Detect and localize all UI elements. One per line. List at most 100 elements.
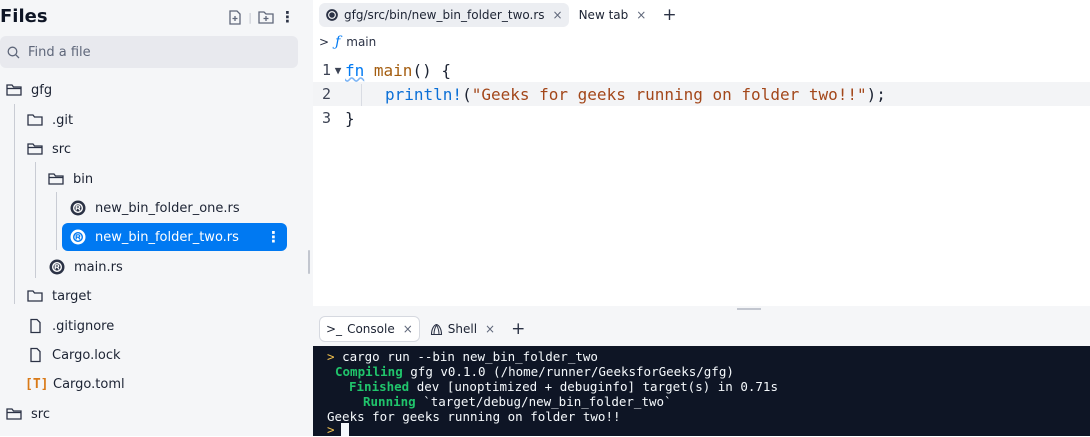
rust-file-icon — [49, 259, 65, 275]
folder-icon — [27, 114, 43, 126]
status-label: Finished — [349, 379, 410, 394]
tree-file-new-bin-folder-one[interactable]: new_bin_folder_one.rs — [69, 194, 287, 222]
command-text: cargo run --bin new_bin_folder_two — [342, 349, 598, 364]
code-line[interactable]: 3 } — [313, 106, 1090, 130]
code-editor: gfg/src/bin/new_bin_folder_two.rs × New … — [313, 0, 1090, 306]
folder-icon — [27, 290, 43, 302]
code-line-current[interactable]: 2 println! ( "Geeks for geeks running on… — [313, 82, 1090, 106]
file-sidebar: Files | ⋮ Find a file gfg .git src bin n… — [0, 0, 305, 436]
tree-item-label: Cargo.lock — [52, 347, 121, 363]
tab-label: New tab — [578, 8, 629, 22]
tree-item-label: new_bin_folder_one.rs — [95, 200, 240, 216]
console-icon: >_ — [326, 322, 343, 336]
close-tab-icon[interactable]: × — [636, 8, 646, 22]
tree-folder-src[interactable]: src — [27, 135, 296, 163]
header-divider: | — [248, 10, 252, 24]
code-line[interactable]: 1 ▼ fn main () { — [313, 58, 1090, 82]
tab-new-bin-folder-two[interactable]: gfg/src/bin/new_bin_folder_two.rs × — [319, 3, 569, 27]
close-tab-icon[interactable]: × — [403, 322, 413, 336]
files-title: Files — [0, 6, 48, 27]
indent-guide — [361, 84, 362, 106]
resize-grip — [737, 308, 761, 310]
breadcrumb-symbol-name: main — [346, 35, 377, 49]
keyword-token: fn — [345, 60, 365, 80]
shell-icon — [430, 323, 442, 335]
line-number: 2 — [321, 85, 331, 103]
terminal-cursor — [340, 423, 349, 436]
file-search-input[interactable]: Find a file — [0, 36, 298, 68]
tab-new-tab[interactable]: New tab × — [573, 3, 653, 27]
tree-item-label: .gitignore — [52, 318, 115, 334]
tree-file-cargo-toml[interactable]: [T] Cargo.toml — [25, 370, 296, 398]
output-text: gfg v0.1.0 (/home/runner/GeeksforGeeks/g… — [410, 364, 734, 379]
punctuation-token: () { — [412, 60, 451, 80]
file-icon — [30, 347, 41, 363]
tree-item-label: bin — [73, 171, 94, 187]
prompt-icon: > — [327, 349, 335, 364]
tree-guide-line — [56, 192, 57, 250]
tree-item-label: Cargo.toml — [53, 376, 125, 392]
function-name-token: main — [373, 60, 413, 80]
line-number: 1 — [321, 61, 331, 79]
tree-file-cargo-lock[interactable]: Cargo.lock — [27, 341, 296, 369]
tree-item-label: main.rs — [74, 259, 123, 275]
status-label: Compiling — [335, 364, 403, 379]
close-tab-icon[interactable]: × — [553, 8, 563, 22]
tree-item-label: .git — [52, 112, 74, 128]
tab-console[interactable]: >_ Console × — [319, 316, 420, 342]
tab-label: Console — [347, 322, 395, 336]
tree-folder-gfg[interactable]: gfg — [6, 76, 296, 104]
chevron-right-icon: > — [319, 35, 330, 49]
tree-folder-target[interactable]: target — [27, 282, 296, 310]
output-line: Compiling gfg v0.1.0 (/home/runner/Geeks… — [335, 364, 734, 379]
folder-open-icon — [27, 143, 43, 155]
tree-item-label: target — [52, 288, 92, 304]
add-console-tab-button[interactable]: + — [511, 319, 525, 339]
punctuation-token: ); — [866, 84, 886, 104]
tree-item-label: gfg — [31, 82, 53, 98]
file-options-icon[interactable]: ⋮ — [266, 228, 281, 246]
tree-file-main-rs[interactable]: main.rs — [48, 253, 296, 281]
editor-tab-bar: gfg/src/bin/new_bin_folder_two.rs × New … — [313, 0, 1090, 30]
tree-folder-bin[interactable]: bin — [48, 165, 296, 193]
prompt-icon: > — [327, 422, 335, 437]
tree-folder-git[interactable]: .git — [27, 106, 296, 134]
tree-guide-line — [35, 162, 36, 278]
close-tab-icon[interactable]: × — [485, 322, 495, 336]
files-header-actions: | ⋮ — [228, 8, 295, 26]
folder-open-icon — [6, 84, 22, 96]
string-token: "Geeks for geeks running on folder two!!… — [471, 84, 867, 104]
add-tab-button[interactable]: + — [662, 5, 676, 25]
tab-shell[interactable]: Shell × — [424, 317, 501, 341]
console-output[interactable]: > cargo run --bin new_bin_folder_two Com… — [313, 346, 1090, 437]
program-output-line: Geeks for geeks running on folder two!! — [327, 409, 621, 424]
folder-open-icon — [6, 408, 22, 420]
program-output: Geeks for geeks running on folder two!! — [327, 409, 621, 424]
console-tab-bar: >_ Console × Shell × + — [313, 312, 1090, 346]
search-placeholder: Find a file — [28, 44, 91, 60]
output-text: dev [unoptimized + debuginfo] target(s) … — [416, 379, 778, 394]
fold-arrow-icon[interactable]: ▼ — [331, 64, 345, 77]
output-text: `target/debug/new_bin_folder_two` — [423, 394, 672, 409]
rust-file-icon — [70, 229, 86, 245]
new-file-icon[interactable] — [228, 9, 242, 25]
toml-file-icon: [T] — [25, 376, 49, 392]
breadcrumb[interactable]: > ƒ main — [319, 34, 376, 50]
tree-folder-src-root[interactable]: src — [6, 400, 296, 428]
more-options-icon[interactable]: ⋮ — [280, 8, 295, 26]
tab-label: Shell — [447, 322, 478, 336]
rust-file-icon — [70, 200, 86, 216]
tree-file-new-bin-folder-two[interactable]: new_bin_folder_two.rs ⋮ — [62, 223, 287, 251]
tree-file-gitignore[interactable]: .gitignore — [27, 312, 296, 340]
punctuation-token: } — [345, 108, 355, 128]
punctuation-token: ( — [462, 84, 472, 104]
rust-file-icon — [326, 9, 338, 21]
tree-item-label: src — [52, 141, 71, 157]
tree-item-label: new_bin_folder_two.rs — [95, 229, 239, 245]
output-line: Running `target/debug/new_bin_folder_two… — [363, 394, 672, 409]
file-icon — [30, 318, 41, 334]
folder-open-icon — [48, 173, 64, 185]
sidebar-resize-handle[interactable] — [305, 0, 313, 436]
input-line[interactable]: > — [327, 422, 349, 437]
new-folder-icon[interactable] — [258, 10, 274, 24]
